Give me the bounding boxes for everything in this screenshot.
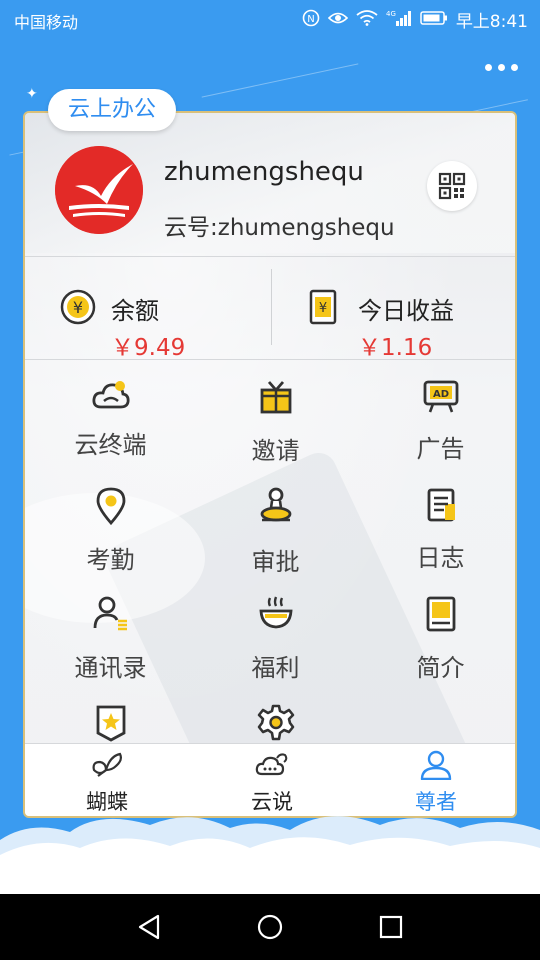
cloud-terminal-icon [91,377,131,417]
balance-label: 余额 [111,297,159,325]
bowl-icon [256,594,296,634]
divider [25,359,515,360]
stamp-icon [256,486,296,526]
grid-item-label: 审批 [251,548,300,576]
settings-gear-icon [256,703,296,743]
back-triangle-icon [138,914,160,940]
section-tag: 云上办公 [48,89,176,131]
qr-code-icon [438,172,466,200]
cloud-id: 云号:zhumengshequ [164,215,395,241]
grid-item-intro[interactable]: 简介 [358,594,515,694]
dot-icon [511,64,518,71]
grid-item-settings[interactable] [193,703,358,743]
chat-cloud-icon [255,750,289,780]
grid-item-cloud-terminal[interactable]: 云终端 [28,377,193,477]
svg-text:N: N [307,14,314,25]
carrier-name: 中国移动 [14,13,79,32]
contacts-icon [91,594,131,634]
grid-item-welfare[interactable]: 福利 [193,594,358,694]
grid-item-label: 云终端 [74,431,147,459]
home-circle-icon [257,914,283,940]
back-button[interactable] [136,913,164,945]
grid-item-label: 邀请 [251,437,300,465]
book-icon [421,594,461,634]
grid-item-invite[interactable]: 邀请 [193,377,358,477]
recents-button[interactable] [377,913,405,945]
grid-item-label: 日志 [416,544,465,572]
home-button[interactable] [256,913,284,945]
grid-item-label: 福利 [251,654,300,682]
eye-icon [327,10,348,30]
grid-item-label: 通讯录 [74,654,147,682]
grid-item-ads[interactable]: AD 广告 [358,377,515,477]
person-icon [419,750,453,781]
grid-item-log[interactable]: 日志 [358,486,515,586]
log-icon [421,486,461,526]
dot-icon [498,64,505,71]
clock: 早上8:41 [455,12,528,32]
balance-value: ￥9.49 [111,335,186,361]
grid-item-contacts[interactable]: 通讯录 [28,594,193,694]
svg-text:AD: AD [432,389,448,400]
today-earnings-value: ￥1.16 [358,335,433,361]
divider [25,256,515,257]
avatar[interactable] [55,146,143,234]
grid-item-label: 简介 [416,654,465,682]
svg-text:¥: ¥ [319,301,327,316]
today-earnings-stat[interactable]: ¥ 今日收益 ￥1.16 [272,269,515,361]
recents-square-icon [379,915,403,939]
grid-item-attendance[interactable]: 考勤 [28,486,193,586]
gift-icon [256,377,296,417]
svg-text:¥: ¥ [73,298,83,317]
sparkle-decoration: ✦ [26,86,38,102]
grid-item-label: 广告 [416,435,465,463]
balance-stat[interactable]: ¥ 余额 ￥9.49 [25,269,272,361]
grid-item-approval[interactable]: 审批 [193,486,358,586]
grid-item-star-badge[interactable] [28,703,193,743]
light-streak [201,63,359,98]
butterfly-icon [90,750,124,780]
nfc-icon: N [302,9,320,31]
system-navigation-bar [0,894,540,960]
logo-icon [55,146,143,234]
dot-icon [485,64,492,71]
username: zhumengshequ [164,157,364,187]
ad-icon: AD [421,377,461,417]
location-pin-icon [91,486,131,526]
star-badge-icon [91,703,131,743]
cloud-decoration [0,816,540,895]
today-earnings-label: 今日收益 [358,297,454,325]
qr-code-button[interactable] [427,161,477,211]
battery-icon [420,10,448,30]
coin-icon: ¥ [60,289,96,329]
wifi-icon [356,9,378,30]
status-bar: 中国移动 N 4G 早上8:41 [0,0,540,36]
earnings-icon: ¥ [307,289,339,329]
more-menu-button[interactable] [485,64,518,71]
network-type-text: 4G [386,10,396,18]
grid-item-label: 考勤 [86,546,135,574]
profile-card: zhumengshequ 云号:zhumengshequ ¥ 余额 ￥9.49 … [23,111,517,818]
signal-icon: 4G [386,9,412,31]
